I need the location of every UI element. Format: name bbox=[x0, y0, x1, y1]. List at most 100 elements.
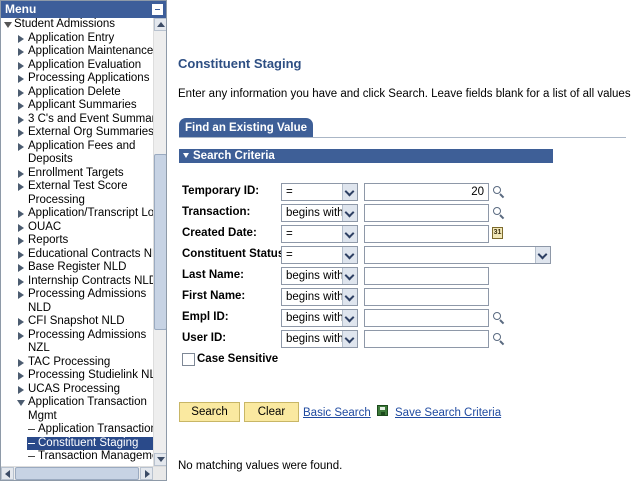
menu-item-label: Application Fees and bbox=[28, 139, 136, 152]
operator-value: = bbox=[286, 186, 293, 198]
menu-item-processing-admissions-nzl[interactable]: Processing Admissions bbox=[1, 329, 153, 343]
empl-id-operator-select[interactable]: begins with bbox=[281, 309, 358, 327]
menu-item-3cs-event-summaries[interactable]: 3 C's and Event Summari bbox=[1, 113, 153, 127]
menu-item-ouac[interactable]: OUAC bbox=[1, 221, 153, 235]
menu-item-label: Applicant Summaries bbox=[28, 99, 137, 111]
menu-page-application-transaction[interactable]: Application Transaction bbox=[1, 423, 153, 437]
constituent-status-select[interactable] bbox=[364, 246, 551, 264]
menu-item-processing-admissions-nld[interactable]: Processing Admissions bbox=[1, 288, 153, 302]
menu-item-application-maintenance[interactable]: Application Maintenance bbox=[1, 45, 153, 59]
chevron-down-icon[interactable] bbox=[342, 205, 357, 221]
lookup-search-icon[interactable] bbox=[492, 206, 505, 220]
scroll-left-arrow-icon[interactable] bbox=[1, 467, 14, 480]
calendar-icon[interactable]: 31 bbox=[492, 227, 503, 239]
clear-button[interactable]: Clear bbox=[244, 402, 299, 422]
menu-item-internship-contracts-nld[interactable]: Internship Contracts NLD bbox=[1, 275, 153, 289]
menu-item-reports[interactable]: Reports bbox=[1, 234, 153, 248]
tree-dash-icon bbox=[28, 456, 35, 457]
chevron-down-icon[interactable] bbox=[342, 247, 357, 263]
menu-item-application-evaluation[interactable]: Application Evaluation bbox=[1, 59, 153, 73]
menu-item-application-delete[interactable]: Application Delete bbox=[1, 86, 153, 100]
empl-id-input[interactable] bbox=[364, 309, 489, 327]
menu-item-label: Application Evaluation bbox=[28, 58, 142, 71]
menu-title: Menu bbox=[5, 2, 37, 16]
menu-item-ucas-processing[interactable]: UCAS Processing bbox=[1, 383, 153, 397]
menu-item-educational-contracts-nl[interactable]: Educational Contracts NL bbox=[1, 248, 153, 262]
constituent-status-operator-select[interactable]: = bbox=[281, 246, 358, 264]
menu-item-label: Processing Applications bbox=[28, 72, 150, 84]
transaction-input[interactable] bbox=[364, 204, 489, 222]
menu-item-enrollment-targets[interactable]: Enrollment Targets bbox=[1, 167, 153, 181]
chevron-down-icon[interactable] bbox=[535, 247, 550, 263]
created-date-operator-select[interactable]: = bbox=[281, 225, 358, 243]
empl-id-label: Empl ID: bbox=[182, 311, 229, 323]
created-date-label: Created Date: bbox=[182, 227, 257, 239]
menu-item-applicant-summaries[interactable]: Applicant Summaries bbox=[1, 99, 153, 113]
menu-item-processing-admissions-nzl-cont[interactable]: NZL bbox=[1, 342, 153, 356]
menu-item-application-transaction-mgmt[interactable]: Application Transaction bbox=[1, 396, 153, 410]
no-results-message: No matching values were found. bbox=[178, 460, 343, 472]
menu-item-tac-processing[interactable]: TAC Processing bbox=[1, 356, 153, 370]
save-search-criteria-link[interactable]: Save Search Criteria bbox=[395, 407, 501, 419]
basic-search-link[interactable]: Basic Search bbox=[303, 407, 371, 419]
lookup-search-icon[interactable] bbox=[492, 332, 505, 346]
menu-item-cfi-snapshot-nld[interactable]: CFI Snapshot NLD bbox=[1, 315, 153, 329]
scroll-up-arrow-icon[interactable] bbox=[154, 18, 166, 31]
temporary-id-input[interactable]: 20 bbox=[364, 183, 489, 201]
menu-item-label: Deposits bbox=[28, 153, 73, 165]
collapsed-triangle-icon bbox=[18, 129, 24, 137]
collapsed-triangle-icon bbox=[18, 210, 24, 218]
first-name-input[interactable] bbox=[364, 288, 489, 306]
horizontal-scroll-thumb[interactable] bbox=[15, 467, 139, 480]
menu-item-application-fees-deposits[interactable]: Application Fees and bbox=[1, 140, 153, 154]
menu-item-application-transaction-mgmt-cont[interactable]: Mgmt bbox=[1, 410, 153, 424]
menu-item-external-test-score[interactable]: External Test Score bbox=[1, 180, 153, 194]
menu-vertical-scrollbar[interactable] bbox=[153, 18, 166, 466]
last-name-operator-select[interactable]: begins with bbox=[281, 267, 358, 285]
save-floppy-icon[interactable] bbox=[377, 405, 388, 416]
scroll-right-arrow-icon[interactable] bbox=[140, 467, 153, 480]
menu-item-application-entry[interactable]: Application Entry bbox=[1, 32, 153, 46]
temporary-id-operator-select[interactable]: = bbox=[281, 183, 358, 201]
menu-item-external-org-summaries[interactable]: External Org Summaries bbox=[1, 126, 153, 140]
menu-item-processing-admissions-nld-cont[interactable]: NLD bbox=[1, 302, 153, 316]
user-id-input[interactable] bbox=[364, 330, 489, 348]
menu-root-label: Student Admissions bbox=[14, 18, 116, 30]
transaction-operator-select[interactable]: begins with bbox=[281, 204, 358, 222]
first-name-operator-select[interactable]: begins with bbox=[281, 288, 358, 306]
created-date-input[interactable] bbox=[364, 225, 489, 243]
menu-page-transaction-management[interactable]: Transaction Manageme bbox=[1, 450, 153, 464]
vertical-scroll-thumb[interactable] bbox=[154, 154, 166, 330]
tree-dash-icon bbox=[28, 429, 35, 430]
menu-item-processing-applications[interactable]: Processing Applications bbox=[1, 72, 153, 86]
menu-root-student-admissions[interactable]: Student Admissions bbox=[1, 18, 153, 32]
menu-item-label: 3 C's and Event Summari bbox=[28, 112, 153, 125]
chevron-down-icon[interactable] bbox=[342, 310, 357, 326]
menu-item-application-fees-deposits-cont[interactable]: Deposits bbox=[1, 153, 153, 167]
collapsed-triangle-icon bbox=[18, 48, 24, 56]
menu-item-label: Transaction Manageme bbox=[38, 450, 153, 462]
user-id-operator-select[interactable]: begins with bbox=[281, 330, 358, 348]
menu-item-processing-studielink-nl[interactable]: Processing Studielink NL bbox=[1, 369, 153, 383]
menu-item-base-register-nld[interactable]: Base Register NLD bbox=[1, 261, 153, 275]
tab-find-existing-value[interactable]: Find an Existing Value bbox=[179, 118, 313, 138]
menu-item-external-test-score-cont[interactable]: Processing bbox=[1, 194, 153, 208]
chevron-down-icon[interactable] bbox=[342, 184, 357, 200]
case-sensitive-checkbox[interactable] bbox=[182, 353, 195, 366]
menu-item-application-transcript-load[interactable]: Application/Transcript Loa bbox=[1, 207, 153, 221]
collapsed-triangle-icon bbox=[18, 264, 24, 272]
chevron-down-icon[interactable] bbox=[342, 226, 357, 242]
collapse-menu-icon[interactable] bbox=[152, 4, 163, 15]
chevron-down-icon[interactable] bbox=[342, 331, 357, 347]
menu-page-constituent-staging[interactable]: Constituent Staging bbox=[1, 436, 153, 451]
chevron-down-icon[interactable] bbox=[342, 289, 357, 305]
search-button[interactable]: Search bbox=[179, 402, 240, 422]
section-title: Search Criteria bbox=[193, 150, 275, 162]
menu-horizontal-scrollbar[interactable] bbox=[1, 466, 166, 480]
lookup-search-icon[interactable] bbox=[492, 185, 505, 199]
search-criteria-header[interactable]: Search Criteria bbox=[179, 149, 553, 163]
chevron-down-icon[interactable] bbox=[342, 268, 357, 284]
lookup-search-icon[interactable] bbox=[492, 311, 505, 325]
last-name-input[interactable] bbox=[364, 267, 489, 285]
scroll-down-arrow-icon[interactable] bbox=[154, 453, 166, 466]
